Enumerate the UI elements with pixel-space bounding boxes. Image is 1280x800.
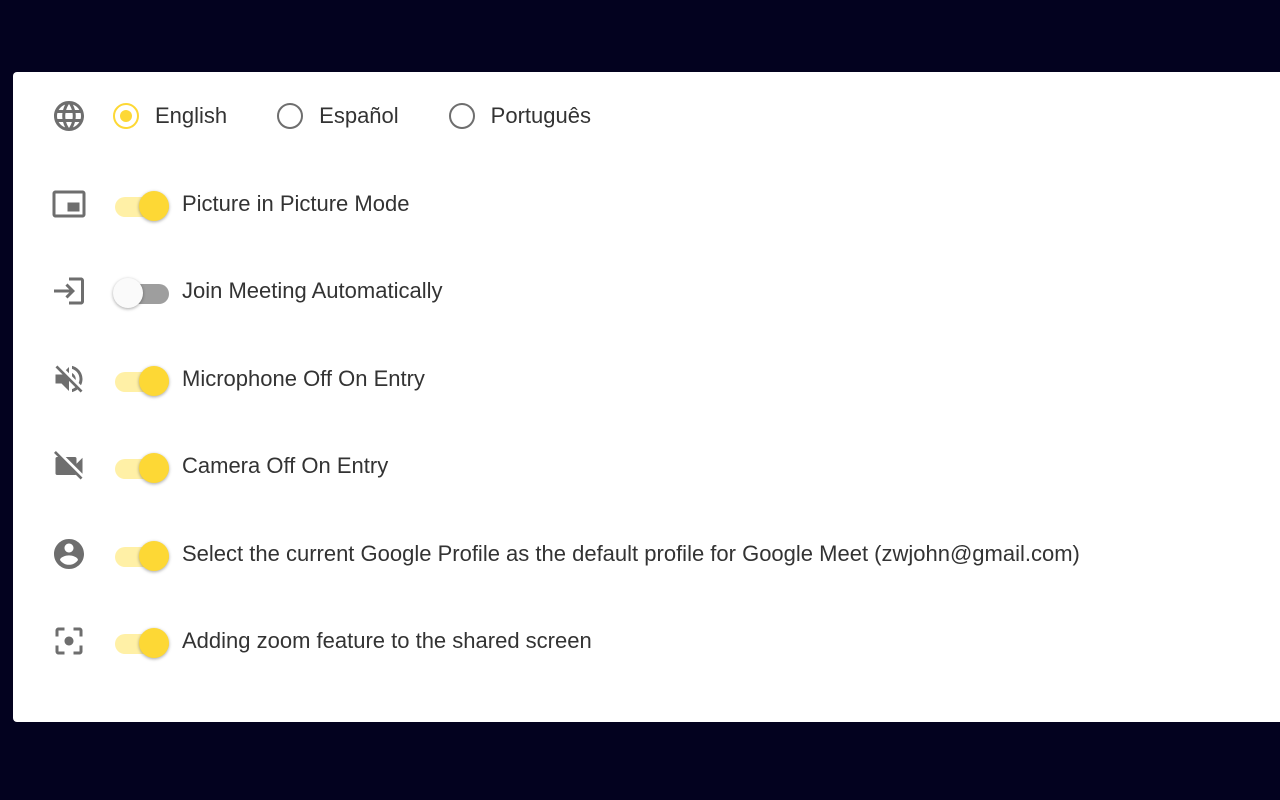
default-profile-toggle[interactable] — [113, 536, 171, 572]
language-option-english[interactable]: English — [113, 103, 227, 129]
toggle-thumb — [139, 453, 169, 483]
mic-off-label: Microphone Off On Entry — [182, 366, 425, 391]
default-profile-label: Select the current Google Profile as the… — [182, 541, 1080, 566]
language-option-spanish[interactable]: Español — [277, 103, 399, 129]
radio-label-portuguese: Português — [490, 103, 591, 128]
globe-icon — [51, 98, 87, 134]
picture-in-picture-icon — [51, 186, 87, 222]
radio-label-spanish: Español — [319, 103, 399, 128]
zoom-toggle[interactable] — [113, 623, 171, 659]
account-circle-icon — [51, 536, 87, 572]
camera-off-label: Camera Off On Entry — [182, 453, 389, 478]
pip-label: Picture in Picture Mode — [182, 191, 410, 216]
radio-spanish[interactable] — [277, 103, 304, 129]
radio-label-english: English — [155, 103, 228, 128]
volume-off-icon — [51, 361, 87, 397]
videocam-off-icon — [51, 448, 87, 484]
toggle-thumb — [113, 278, 143, 308]
toggle-thumb — [139, 191, 169, 221]
camera-off-toggle[interactable] — [113, 448, 171, 484]
mic-off-toggle[interactable] — [113, 361, 171, 397]
toggle-thumb — [139, 366, 169, 396]
radio-portuguese[interactable] — [448, 103, 475, 129]
pip-toggle[interactable] — [113, 186, 171, 222]
radio-english[interactable] — [113, 103, 139, 129]
setting-row-camera-off: Camera Off On Entry — [13, 444, 1280, 488]
settings-panel: English Español Português Picture in Pic… — [13, 72, 1280, 722]
toggle-thumb — [139, 628, 169, 658]
setting-row-default-profile: Select the current Google Profile as the… — [13, 532, 1280, 576]
setting-row-auto-join: Join Meeting Automatically — [13, 269, 1280, 313]
auto-join-label: Join Meeting Automatically — [182, 278, 443, 303]
toggle-thumb — [139, 541, 169, 571]
language-radio-group: English Español Português — [113, 94, 641, 138]
setting-row-zoom: Adding zoom feature to the shared screen — [13, 619, 1280, 663]
login-icon — [51, 273, 87, 309]
zoom-label: Adding zoom feature to the shared screen — [182, 628, 592, 653]
language-option-portuguese[interactable]: Português — [448, 103, 591, 129]
setting-row-pip: Picture in Picture Mode — [13, 182, 1280, 226]
auto-join-toggle[interactable] — [113, 273, 171, 309]
radio-selected-dot — [120, 110, 132, 122]
setting-row-mic-off: Microphone Off On Entry — [13, 357, 1280, 401]
center-focus-icon — [51, 623, 87, 659]
language-row: English Español Português — [13, 94, 1280, 138]
